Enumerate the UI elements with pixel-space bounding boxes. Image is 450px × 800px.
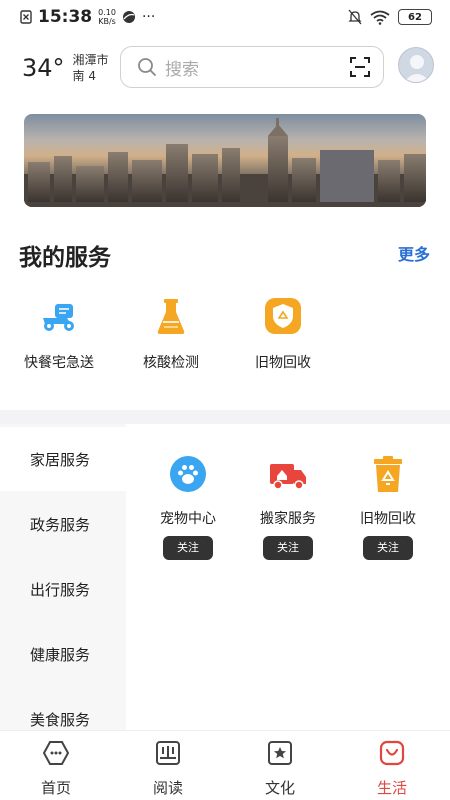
city-name: 湘潭市 bbox=[72, 53, 109, 67]
section-divider bbox=[0, 410, 450, 424]
recycle-shield-icon bbox=[265, 298, 301, 334]
service-delivery[interactable]: 快餐宅急送 bbox=[14, 296, 104, 372]
nav-reading[interactable]: 阅读 bbox=[138, 739, 198, 798]
bottom-navigation: 首页 阅读 文化 生活 bbox=[0, 730, 450, 800]
search-input[interactable]: 搜索 bbox=[120, 46, 384, 88]
nav-home[interactable]: 首页 bbox=[26, 739, 86, 798]
nav-label: 首页 bbox=[40, 779, 71, 797]
avatar[interactable] bbox=[398, 47, 434, 83]
my-services-title: 我的服务 bbox=[19, 245, 111, 271]
nav-label: 生活 bbox=[376, 779, 407, 797]
temperature: 34° bbox=[22, 54, 65, 82]
delivery-scooter-icon bbox=[43, 304, 74, 331]
service-label: 快餐宅急送 bbox=[24, 355, 94, 371]
recycle-bin-icon bbox=[374, 456, 402, 492]
more-services-link[interactable]: 更多 bbox=[398, 241, 430, 265]
book-icon bbox=[156, 741, 180, 765]
category-content: 宠物中心 关注 搬家服务 关注 旧物回收 关注 bbox=[126, 424, 450, 730]
nav-life[interactable]: 生活 bbox=[362, 739, 422, 798]
category-government-service[interactable]: 政务服务 bbox=[0, 492, 126, 556]
service-nucleic-test[interactable]: 核酸检测 bbox=[126, 296, 216, 372]
home-icon bbox=[42, 741, 70, 765]
scan-icon[interactable] bbox=[349, 56, 371, 78]
browser-icon bbox=[122, 11, 135, 23]
service-label: 核酸检测 bbox=[143, 355, 199, 371]
service-label: 旧物回收 bbox=[255, 355, 311, 371]
search-placeholder: 搜索 bbox=[165, 59, 199, 80]
category-health-service[interactable]: 健康服务 bbox=[0, 622, 126, 686]
follow-button[interactable]: 关注 bbox=[363, 536, 413, 560]
moving-truck-icon bbox=[270, 464, 306, 490]
service-card-recycling[interactable]: 旧物回收 关注 bbox=[338, 454, 438, 560]
card-label: 宠物中心 bbox=[160, 511, 216, 527]
nav-label: 阅读 bbox=[152, 779, 183, 797]
search-icon bbox=[138, 58, 156, 76]
status-time: 15:38 bbox=[38, 7, 93, 27]
user-avatar-icon bbox=[404, 55, 430, 82]
weather-widget[interactable]: 34° 湘潭市 南 4 bbox=[22, 52, 109, 84]
category-travel-service[interactable]: 出行服务 bbox=[0, 557, 126, 621]
nav-culture[interactable]: 文化 bbox=[250, 739, 310, 798]
city-banner[interactable] bbox=[24, 114, 426, 207]
follow-button[interactable]: 关注 bbox=[263, 536, 313, 560]
card-label: 旧物回收 bbox=[360, 511, 416, 527]
wifi-icon bbox=[370, 10, 390, 25]
network-speed: 0.10 KB/s bbox=[98, 8, 116, 26]
service-card-pet[interactable]: 宠物中心 关注 bbox=[138, 454, 238, 560]
service-recycling[interactable]: 旧物回收 bbox=[238, 296, 328, 372]
battery-indicator: 62 bbox=[398, 9, 432, 25]
test-flask-icon bbox=[157, 299, 185, 334]
life-icon bbox=[379, 740, 405, 766]
no-sim-icon bbox=[20, 10, 32, 24]
card-label: 搬家服务 bbox=[260, 511, 316, 527]
status-more: ··· bbox=[141, 9, 156, 25]
category-sidebar: 家居服务 政务服务 出行服务 健康服务 美食服务 bbox=[0, 424, 126, 730]
culture-icon bbox=[268, 741, 292, 765]
service-card-moving[interactable]: 搬家服务 关注 bbox=[238, 454, 338, 560]
follow-button[interactable]: 关注 bbox=[163, 536, 213, 560]
city-skyline-image bbox=[24, 118, 426, 207]
wind-info: 南 4 bbox=[72, 69, 96, 83]
status-bar: 15:38 0.10 KB/s ··· 62 bbox=[0, 0, 450, 34]
paw-icon bbox=[170, 456, 206, 492]
nav-label: 文化 bbox=[264, 779, 295, 797]
category-home-service[interactable]: 家居服务 bbox=[0, 427, 126, 491]
mute-bell-icon bbox=[348, 9, 362, 25]
